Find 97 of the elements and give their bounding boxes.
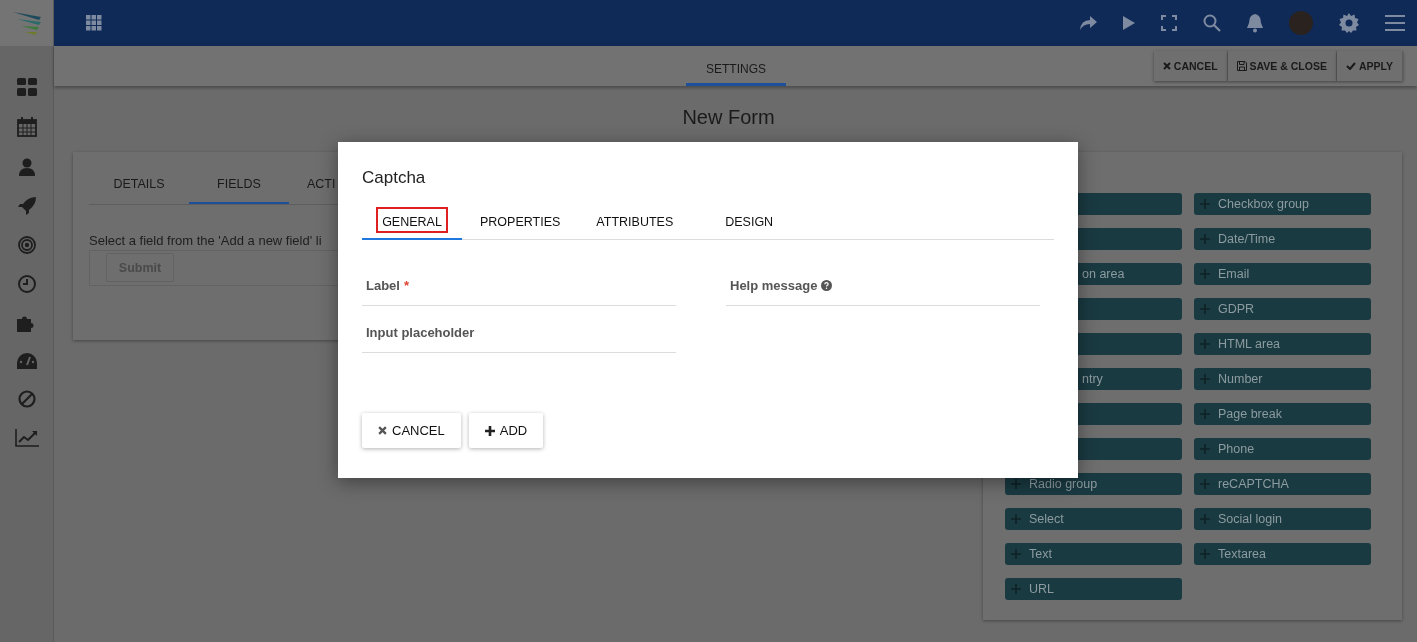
- field-type-label: Page break: [1218, 407, 1282, 421]
- dialog-tab[interactable]: GENERAL: [362, 202, 462, 240]
- share-arrow-icon[interactable]: [1080, 16, 1097, 30]
- form-tab[interactable]: FIELDS: [189, 166, 289, 204]
- plus-icon: [1200, 514, 1210, 524]
- plus-icon: [1200, 549, 1210, 559]
- field-type-label: Text: [1029, 547, 1052, 561]
- dialog-button[interactable]: CANCEL: [362, 413, 461, 448]
- menu-icon[interactable]: [1385, 15, 1405, 31]
- calendar-icon[interactable]: [16, 117, 37, 137]
- field-type-label: Number: [1218, 372, 1263, 386]
- field-type-label: Email: [1218, 267, 1250, 281]
- search-icon[interactable]: [1203, 14, 1221, 32]
- field-type-label: Checkbox group: [1218, 197, 1310, 211]
- add-field-button[interactable]: [1078, 438, 1182, 460]
- checkmark-icon: [1345, 62, 1356, 70]
- help-icon: [821, 280, 833, 291]
- plus-icon: [1200, 234, 1210, 244]
- apps-grid-icon[interactable]: [86, 15, 102, 31]
- add-field-button[interactable]: [1078, 228, 1182, 250]
- add-field-button[interactable]: Number: [1194, 368, 1371, 390]
- field-type-label: on area: [1082, 267, 1125, 281]
- field-type-label: GDPR: [1218, 302, 1255, 316]
- add-field-button[interactable]: ntry: [1078, 368, 1182, 390]
- rocket-icon[interactable]: [17, 197, 36, 215]
- add-field-button[interactable]: reCAPTCHA: [1194, 473, 1371, 495]
- add-field-button[interactable]: Text: [1005, 543, 1182, 565]
- add-field-button[interactable]: Select: [1005, 508, 1182, 530]
- user-icon[interactable]: [18, 158, 35, 176]
- plus-icon: [1011, 479, 1021, 489]
- toolbar-button[interactable]: SAVE & CLOSE: [1227, 51, 1337, 81]
- plus-icon: [1200, 199, 1210, 209]
- field-type-label: URL: [1029, 582, 1054, 596]
- add-field-button[interactable]: [1078, 403, 1182, 425]
- bell-icon[interactable]: [1247, 13, 1263, 33]
- plus-icon: [484, 425, 495, 436]
- field-type-label: Textarea: [1218, 547, 1266, 561]
- form-tab[interactable]: DETAILS: [89, 166, 189, 204]
- speedometer-icon[interactable]: [16, 353, 37, 369]
- dialog-tab[interactable]: DESIGN: [707, 202, 792, 240]
- toolbar-button[interactable]: APPLY: [1336, 51, 1403, 81]
- puzzle-icon[interactable]: [17, 314, 36, 332]
- field-type-label: ntry: [1082, 372, 1103, 386]
- required-mark: *: [403, 278, 410, 293]
- dialog-button[interactable]: ADD: [468, 413, 544, 448]
- page-title: New Form: [681, 106, 776, 129]
- add-field-button[interactable]: [1078, 333, 1182, 355]
- add-field-button[interactable]: Textarea: [1194, 543, 1371, 565]
- plus-icon: [1200, 374, 1210, 384]
- text-field[interactable]: Help message: [726, 266, 1040, 306]
- dialog-tab[interactable]: ATTRIBUTES: [578, 202, 692, 240]
- add-field-button[interactable]: GDPR: [1194, 298, 1371, 320]
- add-field-button[interactable]: Email: [1194, 263, 1371, 285]
- add-field-button[interactable]: on area: [1078, 263, 1182, 285]
- field-type-label: HTML area: [1218, 337, 1281, 351]
- plus-icon: [1200, 444, 1210, 454]
- settings-icon[interactable]: [1339, 13, 1359, 33]
- text-field[interactable]: Input placeholder: [362, 313, 676, 353]
- add-field-button[interactable]: [1078, 298, 1182, 320]
- field-type-label: reCAPTCHA: [1218, 477, 1289, 491]
- field-type-label: Phone: [1218, 442, 1255, 456]
- plus-icon: [1200, 479, 1210, 489]
- settings-tab[interactable]: SETTINGS: [686, 46, 786, 86]
- text-field[interactable]: Label *: [362, 266, 676, 306]
- hint-text: Select a field from the 'Add a new field' li: [89, 233, 323, 248]
- plus-icon: [1200, 409, 1210, 419]
- add-field-button[interactable]: Date/Time: [1194, 228, 1371, 250]
- add-field-button[interactable]: Checkbox group: [1194, 193, 1371, 215]
- plus-icon: [1200, 339, 1210, 349]
- play-icon[interactable]: [1123, 16, 1135, 30]
- target-icon[interactable]: [17, 236, 36, 254]
- plus-icon: [1200, 269, 1210, 279]
- close-icon: [378, 426, 387, 435]
- dashboard-icon[interactable]: [16, 78, 37, 96]
- plus-icon: [1200, 304, 1210, 314]
- blocked-icon[interactable]: [17, 390, 36, 408]
- field-type-label: Radio group: [1029, 477, 1098, 491]
- clock-icon[interactable]: [17, 275, 36, 293]
- dialog-title: Captcha: [362, 168, 427, 188]
- toolbar-button[interactable]: CANCEL: [1153, 51, 1228, 81]
- field-type-label: Select: [1029, 512, 1064, 526]
- plus-icon: [1011, 514, 1021, 524]
- plus-icon: [1011, 584, 1021, 594]
- plus-icon: [1011, 549, 1021, 559]
- field-type-label: Social login: [1218, 512, 1282, 526]
- add-field-button[interactable]: URL: [1005, 578, 1182, 600]
- add-field-button[interactable]: Page break: [1194, 403, 1371, 425]
- add-field-button[interactable]: [1078, 193, 1182, 215]
- add-field-button[interactable]: Social login: [1194, 508, 1371, 530]
- close-icon: [1162, 62, 1171, 70]
- add-field-button[interactable]: Phone: [1194, 438, 1371, 460]
- dialog-tab[interactable]: PROPERTIES: [462, 202, 579, 240]
- fullscreen-icon[interactable]: [1161, 15, 1177, 31]
- field-type-label: Date/Time: [1218, 232, 1276, 246]
- form-tab[interactable]: ACTI: [289, 166, 339, 204]
- line-chart-icon[interactable]: [14, 429, 39, 447]
- add-field-button[interactable]: HTML area: [1194, 333, 1371, 355]
